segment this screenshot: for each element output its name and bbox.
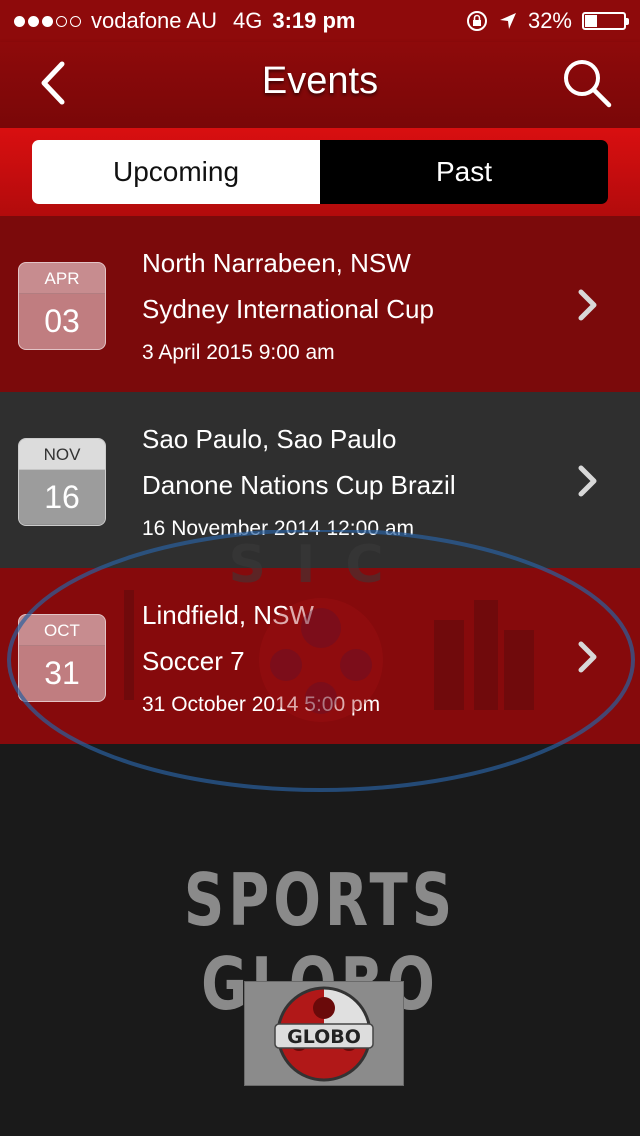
- battery-icon: [582, 12, 629, 30]
- event-row[interactable]: OCT 31 Lindfield, NSW Soccer 7 31 Octobe…: [0, 568, 640, 744]
- date-badge: NOV 16: [18, 438, 106, 526]
- carrier-name: vodafone AU: [91, 8, 217, 33]
- signal-strength-icon: [14, 15, 81, 27]
- date-month: OCT: [19, 615, 105, 646]
- date-day: 31: [44, 655, 80, 691]
- orientation-lock-icon: [466, 11, 487, 31]
- logo-text: GLOBO: [287, 1026, 361, 1048]
- soccer-ball-icon: GLOBO: [274, 986, 374, 1082]
- battery-percent: 32%: [527, 8, 572, 33]
- globo-logo: GLOBO: [244, 981, 404, 1086]
- chevron-right-icon: [578, 289, 597, 321]
- events-list: APR 03 North Narrabeen, NSW Sydney Inter…: [0, 216, 640, 744]
- location-arrow-icon: [499, 13, 516, 29]
- date-badge: APR 03: [18, 262, 106, 350]
- tab-past[interactable]: Past: [320, 140, 608, 204]
- chevron-right-icon: [578, 641, 597, 673]
- tab-upcoming[interactable]: Upcoming: [32, 140, 320, 204]
- date-month: NOV: [19, 439, 105, 470]
- event-datetime: 16 November 2014 12:00 am: [142, 517, 415, 540]
- event-name: Sydney International Cup: [142, 294, 434, 324]
- chevron-right-icon: [578, 465, 597, 497]
- event-location: Sao Paulo, Sao Paulo: [142, 424, 397, 454]
- event-location: North Narrabeen, NSW: [142, 248, 411, 278]
- event-row[interactable]: NOV 16 Sao Paulo, Sao Paulo Danone Natio…: [0, 392, 640, 568]
- event-name: Soccer 7: [142, 646, 245, 676]
- date-badge: OCT 31: [18, 614, 106, 702]
- event-row[interactable]: APR 03 North Narrabeen, NSW Sydney Inter…: [0, 216, 640, 392]
- date-month: APR: [19, 263, 105, 294]
- event-location: Lindfield, NSW: [142, 600, 314, 630]
- status-time: 3:19 pm: [272, 8, 356, 33]
- search-button[interactable]: [560, 56, 614, 110]
- event-datetime: 31 October 2014 5:00 pm: [142, 693, 381, 716]
- segment-bar: Upcoming Past: [0, 128, 640, 216]
- page-title: Events: [261, 60, 379, 102]
- date-day: 03: [44, 303, 80, 339]
- date-day: 16: [19, 470, 105, 524]
- event-name: Danone Nations Cup Brazil: [142, 470, 456, 500]
- event-datetime: 3 April 2015 9:00 am: [142, 341, 335, 364]
- network-type: 4G: [232, 8, 263, 33]
- status-bar: vodafone AU 4G 3:19 pm 32%: [0, 0, 640, 42]
- navigation-bar: Events: [0, 42, 640, 128]
